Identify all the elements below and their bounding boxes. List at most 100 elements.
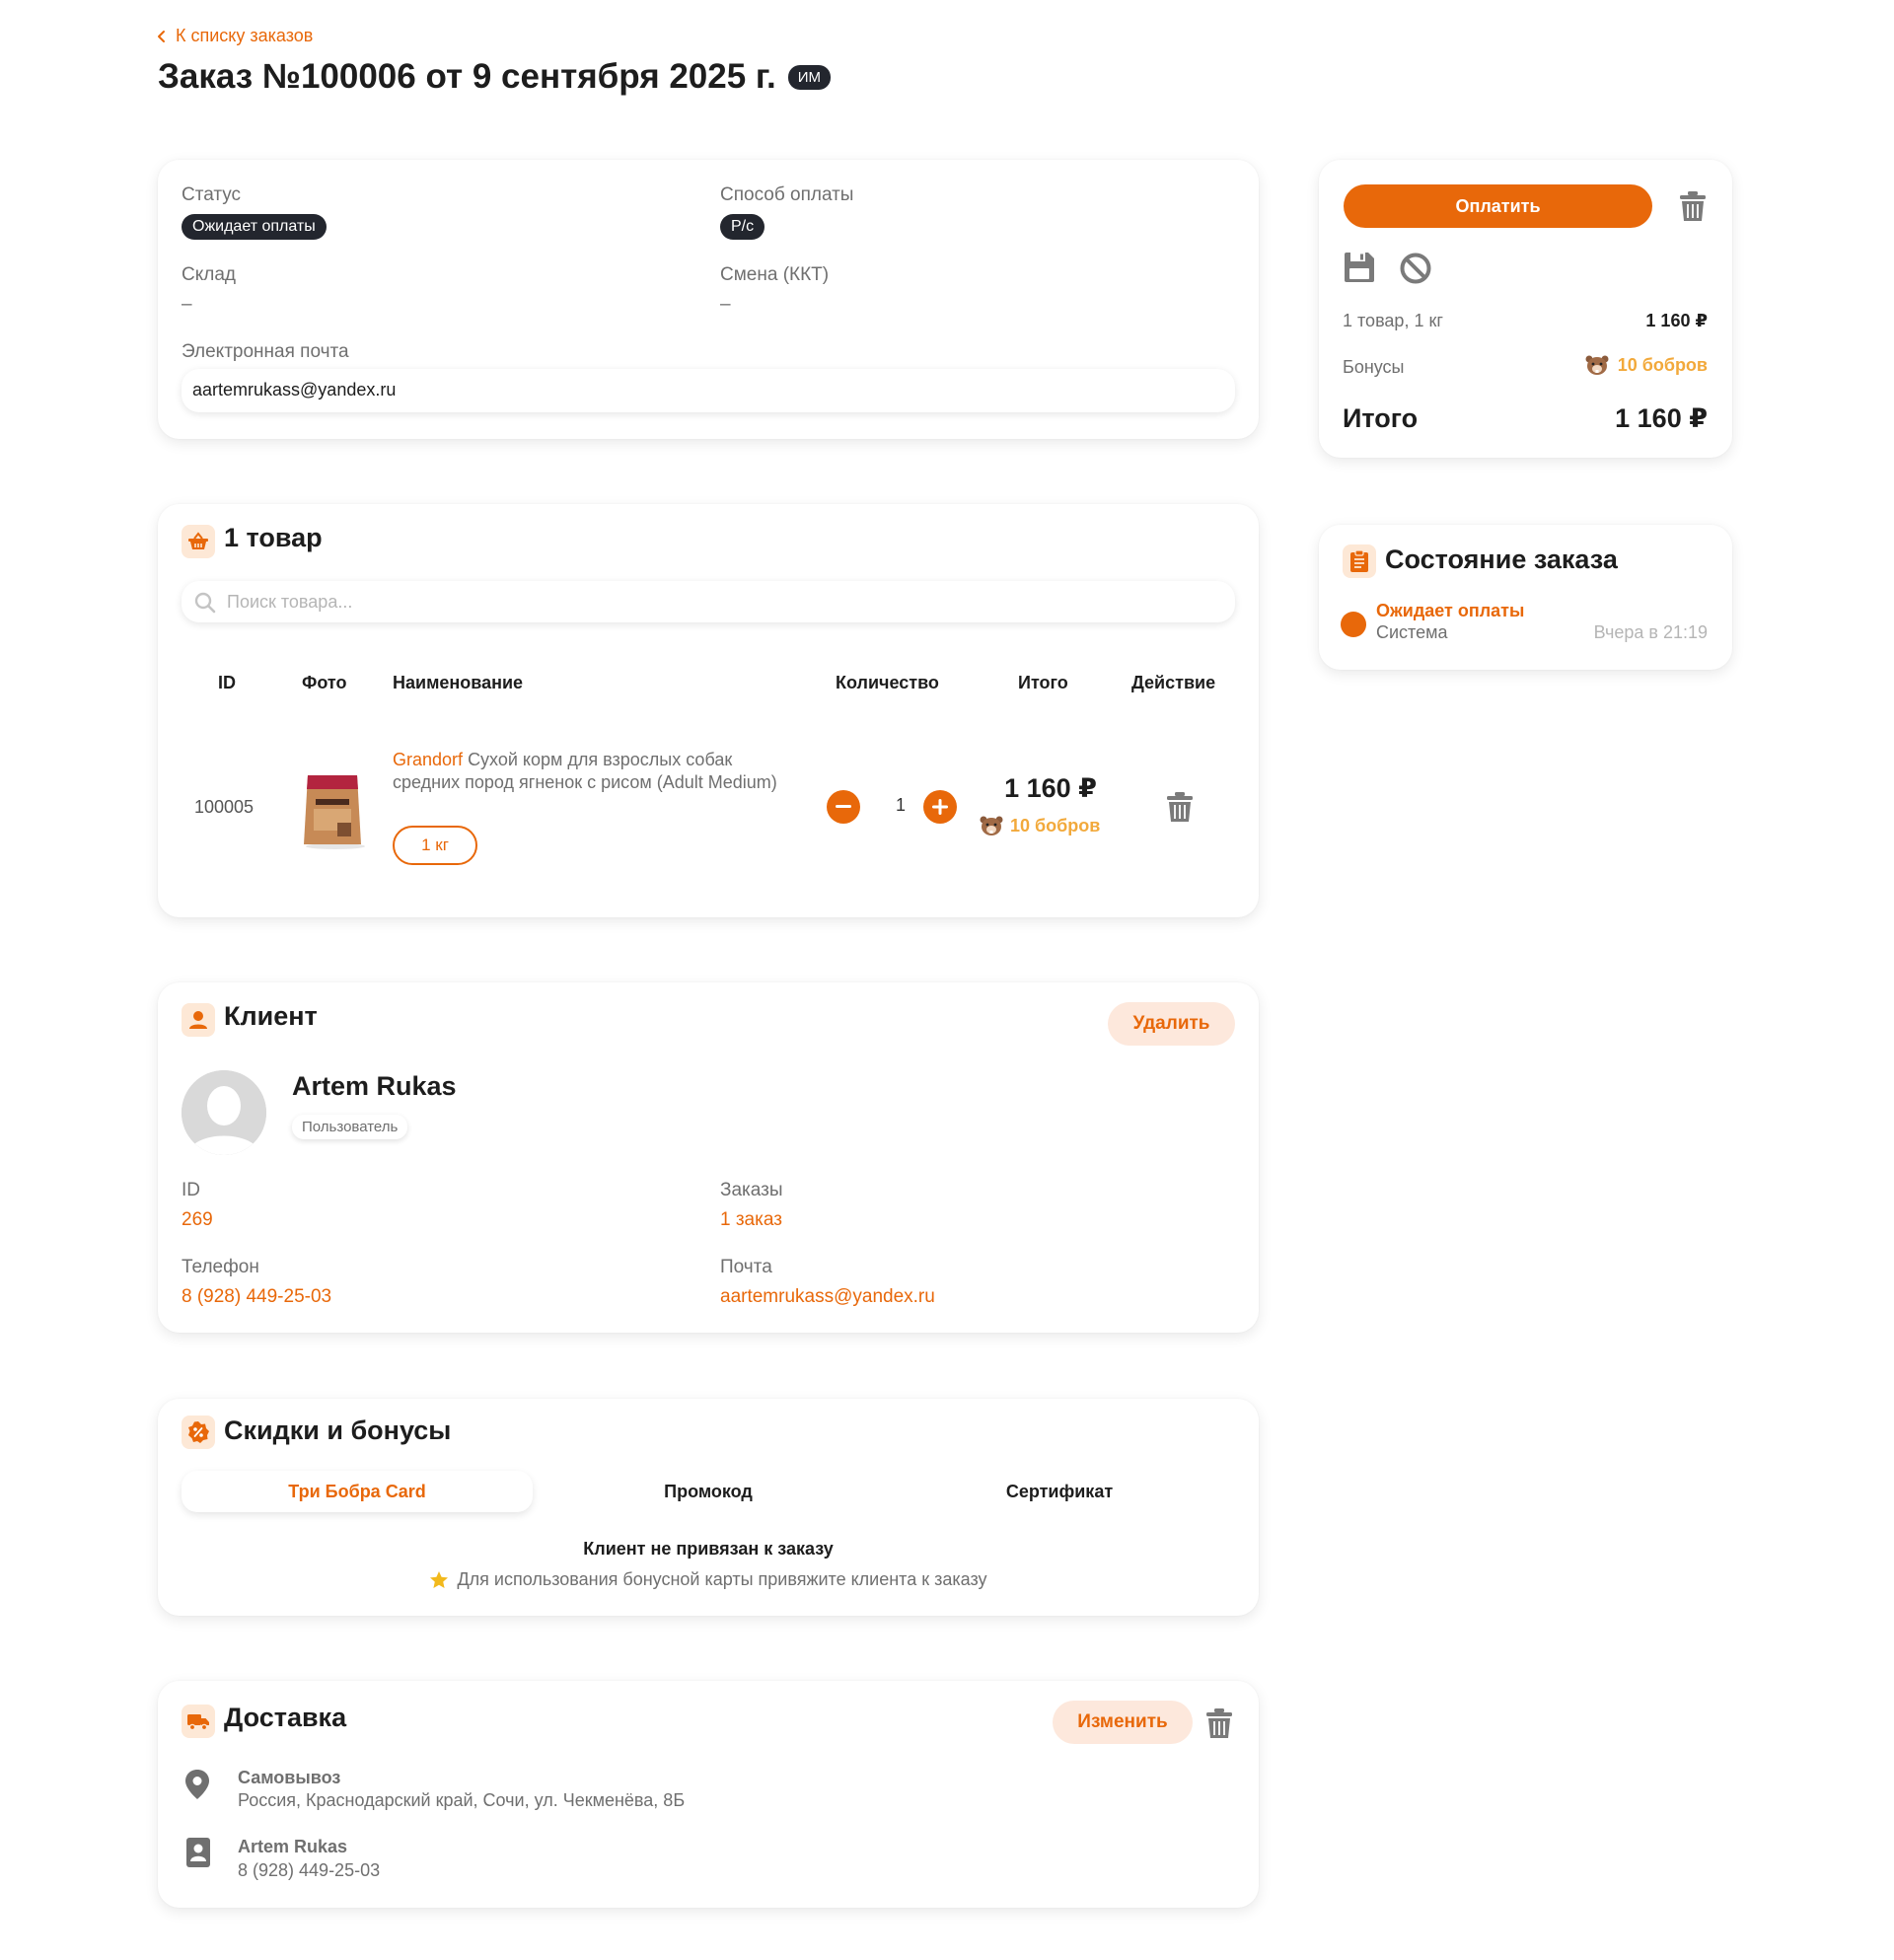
summary-bonus-value: 10 бобров: [1617, 354, 1708, 375]
state-actor: Система: [1376, 622, 1448, 642]
discount-icon: [182, 1416, 215, 1449]
contact-card-icon: [185, 1837, 211, 1868]
tab-promocode-label: Промокод: [664, 1481, 753, 1501]
client-id-value[interactable]: 269: [182, 1209, 213, 1231]
back-link-label: К списку заказов: [176, 26, 314, 45]
product-id: 100005: [194, 797, 255, 817]
user-icon: [182, 1003, 215, 1037]
order-info-card: Статус Ожидает оплаты Способ оплаты Р/с …: [158, 160, 1259, 439]
payment-method-badge: Р/с: [720, 214, 765, 240]
delete-client-button[interactable]: Удалить: [1108, 1002, 1235, 1046]
summary-bonus: 10 бобров: [1584, 354, 1708, 376]
delivery-address: Россия, Краснодарский край, Сочи, ул. Че…: [238, 1790, 686, 1810]
tab-three-beavers-card-label: Три Бобра Card: [288, 1481, 426, 1501]
client-title: Клиент: [224, 1001, 318, 1031]
discounts-card: Скидки и бонусы Три Бобра Card Промокод …: [158, 1399, 1259, 1616]
chevron-left-icon: [156, 30, 168, 43]
product-name[interactable]: Grandorf Сухой корм для взрослых собак с…: [393, 749, 782, 794]
delivery-contact-name: Artem Rukas: [238, 1837, 348, 1856]
state-dot: [1341, 612, 1366, 637]
bonus-notice-title: Клиент не привязан к заказу: [583, 1539, 834, 1559]
delivery-method: Самовывоз: [238, 1768, 341, 1787]
summary-items-label: 1 товар, 1 кг: [1343, 311, 1443, 330]
beaver-icon: [1584, 354, 1610, 376]
save-icon[interactable]: [1343, 251, 1376, 284]
client-orders-link[interactable]: 1 заказ: [720, 1209, 782, 1231]
email-field[interactable]: aartemrukass@yandex.ru: [182, 369, 1235, 412]
delete-order-trash-icon[interactable]: [1679, 190, 1707, 222]
column-header-action: Действие: [1131, 673, 1216, 692]
column-header-total: Итого: [1018, 673, 1068, 692]
delivery-contact-phone: 8 (928) 449-25-03: [238, 1860, 381, 1880]
client-email-label: Почта: [720, 1257, 772, 1277]
increase-quantity-button[interactable]: [923, 790, 957, 824]
clipboard-icon: [1343, 544, 1376, 578]
beaver-icon: [979, 815, 1004, 836]
quantity-value[interactable]: 1: [886, 795, 915, 816]
avatar: [182, 1070, 266, 1155]
column-header-photo: Фото: [302, 673, 347, 692]
product-bonus-value: 10 бобров: [1010, 815, 1101, 835]
email-label: Электронная почта: [182, 341, 349, 362]
product-brand[interactable]: Grandorf: [393, 750, 463, 769]
delete-client-button-label: Удалить: [1132, 1013, 1210, 1034]
column-header-quantity: Количество: [836, 673, 939, 692]
shift-label: Смена (ККТ): [720, 264, 830, 285]
shift-value: –: [720, 294, 731, 315]
client-phone-link[interactable]: 8 (928) 449-25-03: [182, 1286, 331, 1308]
weight-option[interactable]: 1 кг: [393, 826, 477, 865]
client-orders-label: Заказы: [720, 1180, 783, 1200]
basket-icon: [182, 525, 215, 558]
order-state-card: Состояние заказа Ожидает оплаты Система …: [1319, 525, 1732, 670]
bonus-notice: Для использования бонусной карты привяжи…: [182, 1569, 1235, 1590]
channel-badge: ИМ: [787, 64, 831, 90]
delivery-title: Доставка: [224, 1703, 347, 1732]
client-phone-label: Телефон: [182, 1257, 259, 1277]
client-role-badge: Пользователь: [292, 1115, 408, 1139]
warehouse-label: Склад: [182, 264, 236, 285]
remove-product-trash-icon[interactable]: [1166, 791, 1194, 823]
page-title: Заказ №100006 от 9 сентября 2025 г.: [158, 57, 776, 96]
search-icon: [193, 591, 217, 615]
client-email-link[interactable]: aartemrukass@yandex.ru: [720, 1286, 935, 1308]
column-header-id: ID: [218, 673, 236, 692]
state-status: Ожидает оплаты: [1376, 601, 1525, 620]
pay-button-label: Оплатить: [1455, 195, 1541, 216]
tab-certificate[interactable]: Сертификат: [884, 1471, 1235, 1512]
summary-bonus-label: Бонусы: [1343, 357, 1405, 377]
email-field-value: aartemrukass@yandex.ru: [192, 380, 397, 399]
summary-items-value: 1 160 ₽: [1645, 311, 1708, 330]
delete-delivery-trash-icon[interactable]: [1205, 1707, 1233, 1739]
column-header-name: Наименование: [393, 673, 524, 692]
payment-method-label: Способ оплаты: [720, 184, 854, 205]
client-id-label: ID: [182, 1180, 200, 1200]
tab-three-beavers-card[interactable]: Три Бобра Card: [182, 1471, 533, 1512]
edit-delivery-button[interactable]: Изменить: [1053, 1701, 1193, 1744]
discounts-title: Скидки и бонусы: [224, 1416, 452, 1445]
pay-button[interactable]: Оплатить: [1344, 184, 1652, 228]
warehouse-value: –: [182, 294, 192, 315]
tab-promocode[interactable]: Промокод: [533, 1471, 884, 1512]
products-title: 1 товар: [224, 523, 323, 552]
weight-option-label: 1 кг: [421, 835, 449, 854]
product-search-input[interactable]: Поиск товара...: [182, 581, 1235, 622]
client-name[interactable]: Artem Rukas: [292, 1071, 457, 1102]
product-photo: [298, 769, 367, 850]
bonus-notice-text: Для использования бонусной карты привяжи…: [457, 1569, 987, 1589]
star-icon: [429, 1570, 449, 1590]
status-label: Статус: [182, 184, 242, 205]
product-bonus: 10 бобров: [979, 815, 1100, 836]
summary-total-label: Итого: [1343, 403, 1419, 433]
delivery-card: Доставка Изменить Самовывоз Россия, Крас…: [158, 1681, 1259, 1908]
client-card: Клиент Удалить Artem Rukas Пользователь …: [158, 982, 1259, 1333]
cancel-icon[interactable]: [1399, 252, 1432, 285]
decrease-quantity-button[interactable]: [827, 790, 860, 824]
map-pin-icon: [184, 1769, 210, 1800]
search-placeholder: Поиск товара...: [227, 592, 353, 612]
tab-certificate-label: Сертификат: [1005, 1481, 1114, 1501]
products-card: 1 товар Поиск товара... ID Фото Наименов…: [158, 504, 1259, 917]
order-state-title: Состояние заказа: [1385, 544, 1618, 574]
back-link[interactable]: К списку заказов: [156, 26, 313, 46]
order-summary-card: Оплатить 1 товар, 1 кг 1 160 ₽ Бонусы 10…: [1319, 160, 1732, 458]
edit-delivery-button-label: Изменить: [1077, 1711, 1168, 1732]
